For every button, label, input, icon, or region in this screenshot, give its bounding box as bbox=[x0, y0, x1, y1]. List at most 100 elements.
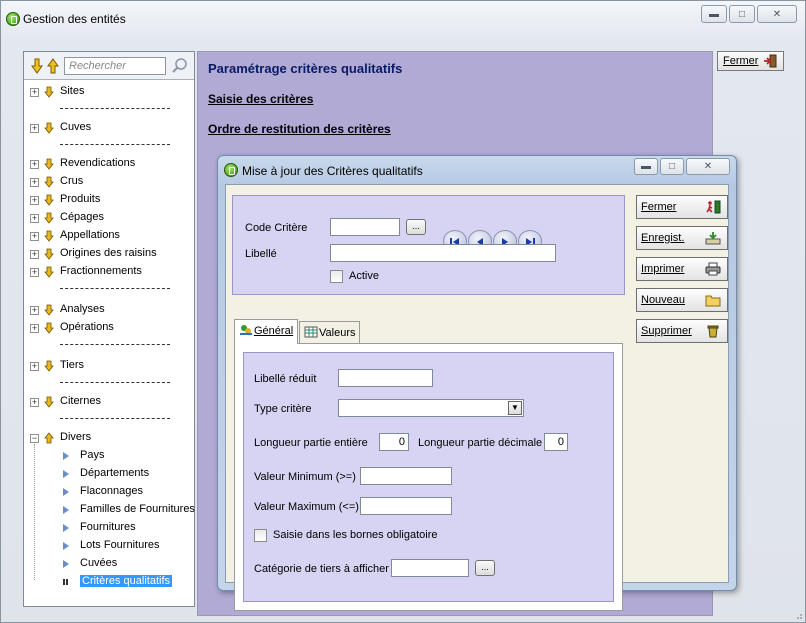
tree-node-crus[interactable]: + Crus bbox=[24, 174, 194, 190]
main-window: Gestion des entités ▬ □ ✕ Rechercher + S… bbox=[0, 0, 806, 623]
dialog-fermer-button[interactable]: Fermer bbox=[636, 195, 728, 219]
expand-icon[interactable]: + bbox=[30, 231, 39, 241]
expand-icon[interactable]: + bbox=[30, 267, 39, 277]
tree-node-label: Cuves bbox=[60, 121, 92, 133]
ordre-restitution-link[interactable]: Ordre de restitution des critères bbox=[208, 122, 391, 136]
close-button[interactable]: ✕ bbox=[757, 5, 797, 23]
saisie-criteres-link[interactable]: Saisie des critères bbox=[208, 92, 313, 106]
tree-leaf-flaconnages[interactable]: Flaconnages bbox=[24, 484, 194, 500]
maximize-button[interactable]: □ bbox=[729, 5, 755, 23]
tree-node-appellations[interactable]: + Appellations bbox=[24, 228, 194, 244]
tree-leaf-pays[interactable]: Pays bbox=[24, 448, 194, 464]
tree-node-revendications[interactable]: + Revendications bbox=[24, 156, 194, 172]
categorie-tiers-input[interactable] bbox=[391, 559, 469, 577]
search-icon[interactable] bbox=[171, 57, 189, 75]
tree-leaf-fournitures[interactable]: Fournitures bbox=[24, 520, 194, 536]
tree-node-fractionnements[interactable]: + Fractionnements bbox=[24, 264, 194, 280]
libelle-reduit-input[interactable] bbox=[338, 369, 433, 387]
expand-icon[interactable]: + bbox=[30, 361, 39, 371]
tree-leaf-lots-fournitures[interactable]: Lots Fournitures bbox=[24, 538, 194, 554]
expand-icon[interactable]: + bbox=[30, 323, 39, 333]
main-fermer-button[interactable]: Fermer bbox=[717, 51, 784, 71]
tree-separator bbox=[60, 144, 170, 145]
tab-valeurs[interactable]: Valeurs bbox=[299, 321, 361, 343]
tree-node-tiers[interactable]: + Tiers bbox=[24, 358, 194, 374]
tree-leaf-label: Familles de Fournitures bbox=[80, 503, 195, 515]
tree-node-sites[interactable]: + Sites bbox=[24, 84, 194, 100]
expand-icon[interactable]: + bbox=[30, 213, 39, 223]
play-arrow-icon bbox=[63, 560, 69, 568]
resize-grip-icon[interactable] bbox=[793, 610, 803, 620]
dialog-nouveau-button[interactable]: Nouveau bbox=[636, 288, 728, 312]
tree-leaf-label: Pays bbox=[80, 449, 105, 461]
tree-node-analyses[interactable]: + Analyses bbox=[24, 302, 194, 318]
tree-leaf-label: Flaconnages bbox=[80, 485, 143, 497]
categorie-tiers-browse-button[interactable]: ... bbox=[475, 560, 495, 576]
tab-general[interactable]: Général bbox=[234, 319, 299, 344]
tree-leaf-departements[interactable]: Départements bbox=[24, 466, 194, 482]
expand-icon[interactable]: + bbox=[30, 159, 39, 169]
tree-leaf-criteres-qualitatifs[interactable]: Critères qualitatifs bbox=[24, 574, 194, 590]
play-arrow-icon bbox=[63, 452, 69, 460]
longueur-entiere-input[interactable]: 0 bbox=[379, 433, 409, 451]
page-title: Paramétrage critères qualitatifs bbox=[208, 61, 403, 76]
expand-icon[interactable]: + bbox=[30, 305, 39, 315]
tree-node-label: Appellations bbox=[60, 229, 120, 241]
valeur-maximum-input[interactable] bbox=[360, 497, 452, 515]
categorie-tiers-label: Catégorie de tiers à afficher bbox=[254, 563, 389, 575]
dialog-imprimer-button[interactable]: Imprimer bbox=[636, 257, 728, 281]
collapse-icon[interactable]: − bbox=[30, 433, 39, 443]
dialog-minimize-button[interactable]: ▬ bbox=[634, 158, 658, 175]
expand-icon[interactable]: + bbox=[30, 195, 39, 205]
tree-leaf-cuvees[interactable]: Cuvées bbox=[24, 556, 194, 572]
tree-search-input[interactable]: Rechercher bbox=[64, 57, 166, 75]
tree-node-label: Origines des raisins bbox=[60, 247, 157, 259]
dialog-maximize-button[interactable]: □ bbox=[660, 158, 684, 175]
save-tray-icon bbox=[705, 232, 721, 245]
down-arrow-icon bbox=[44, 194, 54, 206]
libelle-input[interactable] bbox=[330, 244, 556, 262]
code-critere-input[interactable] bbox=[330, 218, 400, 236]
expand-icon[interactable]: + bbox=[30, 397, 39, 407]
libelle-reduit-label: Libellé réduit bbox=[254, 373, 317, 385]
dropdown-arrow-icon[interactable]: ▼ bbox=[508, 401, 522, 415]
tree-node-origines[interactable]: + Origines des raisins bbox=[24, 246, 194, 262]
window-caption-buttons: ▬ □ ✕ bbox=[701, 5, 797, 23]
tree-node-cuves[interactable]: + Cuves bbox=[24, 120, 194, 136]
tree-node-label: Produits bbox=[60, 193, 101, 205]
code-critere-browse-button[interactable]: ... bbox=[406, 219, 426, 235]
down-arrow-icon bbox=[44, 212, 54, 224]
collapse-all-up-arrow-icon[interactable] bbox=[46, 58, 60, 74]
expand-icon[interactable]: + bbox=[30, 249, 39, 259]
dialog-enregistrer-button[interactable]: Enregist. bbox=[636, 226, 728, 250]
dialog-close-button[interactable]: ✕ bbox=[686, 158, 730, 175]
tree-separator bbox=[60, 108, 170, 109]
valeur-maximum-label: Valeur Maximum (<=) bbox=[254, 501, 359, 513]
minimize-button[interactable]: ▬ bbox=[701, 5, 727, 23]
tree-node-produits[interactable]: + Produits bbox=[24, 192, 194, 208]
tree-node-label: Citernes bbox=[60, 395, 101, 407]
active-checkbox[interactable] bbox=[330, 270, 343, 283]
general-tab-icon bbox=[240, 325, 252, 335]
expand-icon[interactable]: + bbox=[30, 177, 39, 187]
dialog-supprimer-button[interactable]: Supprimer bbox=[636, 319, 728, 343]
expand-all-down-arrow-icon[interactable] bbox=[30, 58, 44, 74]
trash-can-icon bbox=[707, 325, 719, 338]
active-label: Active bbox=[349, 270, 379, 282]
tree-node-operations[interactable]: + Opérations bbox=[24, 320, 194, 336]
down-arrow-icon bbox=[44, 248, 54, 260]
tree-node-label: Crus bbox=[60, 175, 84, 187]
tree-node-cepages[interactable]: + Cépages bbox=[24, 210, 194, 226]
saisie-bornes-checkbox[interactable] bbox=[254, 529, 267, 542]
tree-leaf-familles-fournitures[interactable]: Familles de Fournitures bbox=[24, 502, 195, 518]
valeur-minimum-input[interactable] bbox=[360, 467, 452, 485]
expand-icon[interactable]: + bbox=[30, 87, 39, 97]
tree-leaf-label: Lots Fournitures bbox=[80, 539, 160, 551]
expand-icon[interactable]: + bbox=[30, 123, 39, 133]
exit-door-icon bbox=[764, 54, 777, 68]
type-critere-select[interactable]: ▼ bbox=[338, 399, 524, 417]
tree-node-citernes[interactable]: + Citernes bbox=[24, 394, 194, 410]
longueur-decimale-input[interactable]: 0 bbox=[544, 433, 568, 451]
exit-runner-icon bbox=[706, 200, 721, 214]
tree-node-divers[interactable]: − Divers bbox=[24, 430, 194, 446]
